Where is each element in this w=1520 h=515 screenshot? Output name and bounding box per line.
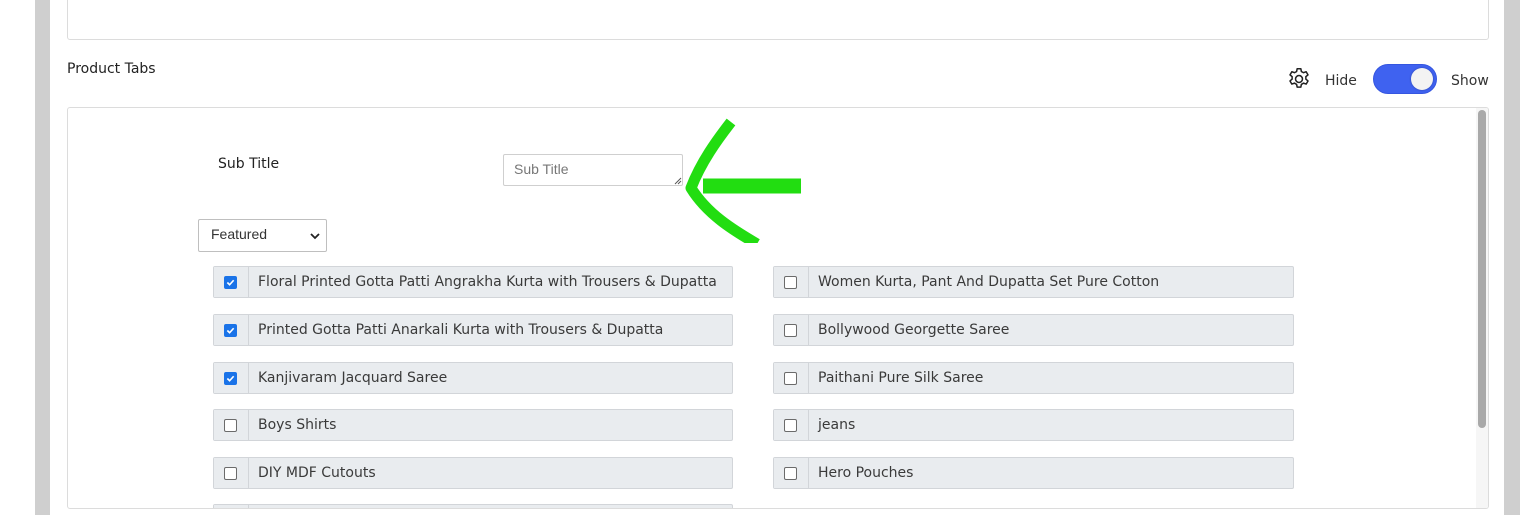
product-label: jeans bbox=[818, 417, 856, 433]
previous-section-box bbox=[67, 0, 1489, 40]
subtitle-input[interactable] bbox=[503, 154, 683, 186]
visibility-toggle[interactable] bbox=[1373, 64, 1437, 94]
product-label: Boys Shirts bbox=[258, 417, 337, 433]
filter-select[interactable]: Featured bbox=[198, 219, 327, 252]
product-checkbox[interactable] bbox=[224, 324, 237, 337]
product-checkbox[interactable] bbox=[784, 419, 797, 432]
product-checkbox[interactable] bbox=[784, 372, 797, 385]
show-label: Show bbox=[1451, 73, 1489, 89]
product-checkbox[interactable] bbox=[224, 467, 237, 480]
panel-scrollbar[interactable] bbox=[1476, 108, 1488, 508]
check-icon bbox=[226, 327, 235, 334]
left-frame-border bbox=[35, 0, 50, 515]
product-item: Printed Gotta Patti Anarkali Kurta with … bbox=[213, 314, 733, 346]
main-content: Product Tabs Hide Show Sub Title Feature… bbox=[50, 0, 1504, 515]
product-label: Bollywood Georgette Saree bbox=[818, 322, 1010, 338]
arrow-left-icon bbox=[685, 118, 801, 243]
product-item: Kanjivaram Jacquard Saree bbox=[213, 362, 733, 394]
check-icon bbox=[226, 279, 235, 286]
product-checkbox[interactable] bbox=[224, 419, 237, 432]
resize-grip-icon[interactable] bbox=[674, 177, 682, 185]
product-label: Kanjivaram Jacquard Saree bbox=[258, 370, 448, 386]
scrollbar-thumb[interactable] bbox=[1478, 110, 1486, 428]
gear-icon[interactable] bbox=[1286, 66, 1312, 92]
product-checkbox[interactable] bbox=[224, 276, 237, 289]
product-tabs-panel: Sub Title Featured Floral Printed Gotta … bbox=[67, 107, 1489, 509]
product-checkbox[interactable] bbox=[224, 372, 237, 385]
filter-select-value: Featured bbox=[211, 226, 268, 242]
product-label: Hero Pouches bbox=[818, 465, 914, 481]
hide-label: Hide bbox=[1325, 73, 1357, 89]
product-checkbox[interactable] bbox=[784, 324, 797, 337]
product-item: Hero Pouches bbox=[773, 457, 1294, 489]
chevron-down-icon bbox=[310, 233, 320, 240]
section-title: Product Tabs bbox=[67, 61, 156, 77]
left-gutter bbox=[0, 0, 35, 515]
subtitle-label: Sub Title bbox=[218, 156, 280, 172]
product-item: jeans bbox=[773, 409, 1294, 441]
right-frame-border bbox=[1504, 0, 1520, 515]
product-label: Paithani Pure Silk Saree bbox=[818, 370, 984, 386]
product-item: DIY MDF Cutouts bbox=[213, 457, 733, 489]
toggle-knob bbox=[1411, 68, 1433, 90]
product-label: Women Kurta, Pant And Dupatta Set Pure C… bbox=[818, 274, 1160, 290]
product-label: DIY MDF Cutouts bbox=[258, 465, 376, 481]
product-label: Printed Gotta Patti Anarkali Kurta with … bbox=[258, 322, 664, 338]
product-item: Boys Shirts bbox=[213, 409, 733, 441]
product-item: Women Kurta, Pant And Dupatta Set Pure C… bbox=[773, 266, 1294, 298]
product-item: Paithani Pure Silk Saree bbox=[773, 362, 1294, 394]
product-item: Floral Printed Gotta Patti Angrakha Kurt… bbox=[213, 266, 733, 298]
product-checkbox[interactable] bbox=[784, 467, 797, 480]
product-item: Bollywood Georgette Saree bbox=[773, 314, 1294, 346]
product-label: Floral Printed Gotta Patti Angrakha Kurt… bbox=[258, 274, 717, 290]
product-checkbox[interactable] bbox=[784, 276, 797, 289]
product-item bbox=[213, 504, 733, 508]
check-icon bbox=[226, 375, 235, 382]
